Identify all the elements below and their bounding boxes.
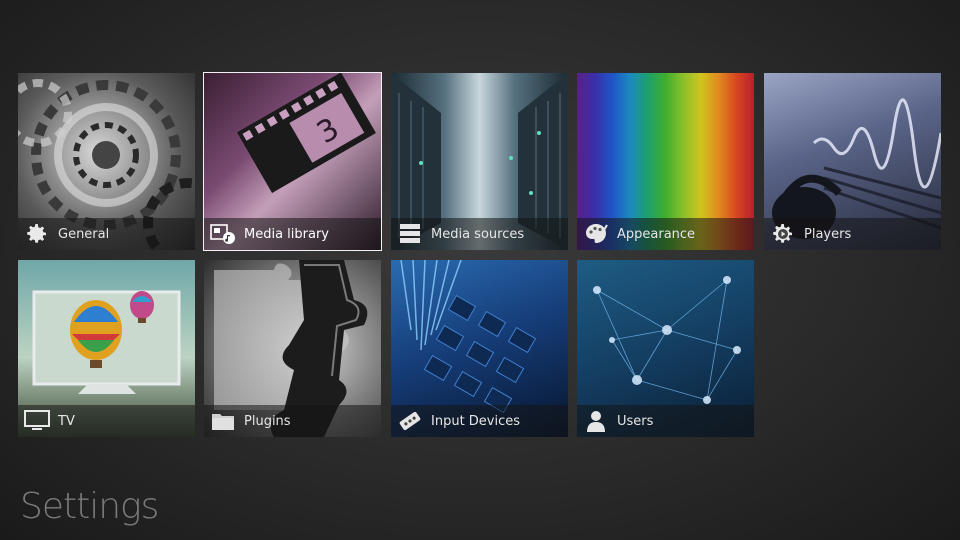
tile-caption: General <box>18 218 195 250</box>
tile-media-library[interactable]: 3 Media library <box>203 72 382 251</box>
page-title: Settings <box>20 486 159 527</box>
tile-general[interactable]: General <box>18 73 195 250</box>
tile-media-sources[interactable]: Media sources <box>391 73 568 250</box>
tile-players[interactable]: Players <box>764 73 941 250</box>
tile-caption: Input Devices <box>391 405 568 437</box>
tile-caption: Players <box>764 218 941 250</box>
user-icon <box>583 408 609 434</box>
server-icon <box>397 221 423 247</box>
tile-caption: Plugins <box>204 405 381 437</box>
tile-plugins[interactable]: Plugins <box>204 260 381 437</box>
monitor-icon <box>24 408 50 434</box>
gear-play-icon <box>770 221 796 247</box>
tile-label-input-devices: Input Devices <box>431 413 521 429</box>
tile-label-plugins: Plugins <box>244 413 291 429</box>
tile-label-media-sources: Media sources <box>431 226 525 242</box>
tile-label-general: General <box>58 226 110 242</box>
media-library-icon <box>210 221 236 247</box>
remote-control-icon <box>397 408 423 434</box>
gear-icon <box>24 221 50 247</box>
tile-label-users: Users <box>617 413 654 429</box>
tile-caption: TV <box>18 405 195 437</box>
tile-caption: Media library <box>204 218 381 250</box>
tile-label-players: Players <box>804 226 852 242</box>
palette-icon <box>583 221 609 247</box>
tile-caption: Media sources <box>391 218 568 250</box>
tile-caption: Users <box>577 405 754 437</box>
tile-label-appearance: Appearance <box>617 226 696 242</box>
tile-appearance[interactable]: Appearance <box>577 73 754 250</box>
tile-label-tv: TV <box>58 413 75 429</box>
tile-caption: Appearance <box>577 218 754 250</box>
tile-label-media-library: Media library <box>244 226 330 242</box>
tile-tv[interactable]: TV <box>18 260 195 437</box>
tile-input-devices[interactable]: Input Devices <box>391 260 568 437</box>
folder-icon <box>210 408 236 434</box>
tile-users[interactable]: Users <box>577 260 754 437</box>
